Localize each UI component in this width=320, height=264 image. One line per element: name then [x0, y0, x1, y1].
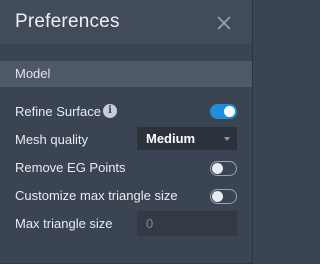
panel-header: Preferences — [0, 0, 252, 44]
customize-max-triangle-toggle[interactable] — [210, 189, 237, 204]
max-triangle-size-label: Max triangle size — [15, 216, 113, 231]
customize-max-triangle-label: Customize max triangle size — [15, 188, 178, 203]
chevron-down-icon — [224, 137, 230, 141]
section-label: Model — [15, 66, 51, 81]
preferences-panel: Preferences Model Refine Surface i Mesh … — [0, 0, 253, 264]
remove-eg-points-label: Remove EG Points — [15, 160, 126, 175]
panel-title: Preferences — [15, 11, 120, 32]
info-icon[interactable]: i — [103, 104, 117, 118]
max-triangle-size-input[interactable] — [137, 211, 237, 236]
toggle-knob — [212, 162, 223, 174]
section-header-model: Model — [0, 61, 252, 87]
toggle-knob — [212, 190, 223, 202]
remove-eg-points-toggle[interactable] — [210, 161, 237, 176]
refine-surface-label: Refine Surface — [15, 104, 101, 119]
close-icon[interactable] — [215, 14, 233, 32]
toggle-knob — [224, 106, 235, 117]
refine-surface-toggle[interactable] — [210, 104, 237, 119]
mesh-quality-select[interactable]: Medium — [137, 127, 237, 150]
mesh-quality-label: Mesh quality — [15, 132, 88, 147]
mesh-quality-value: Medium — [146, 131, 196, 146]
